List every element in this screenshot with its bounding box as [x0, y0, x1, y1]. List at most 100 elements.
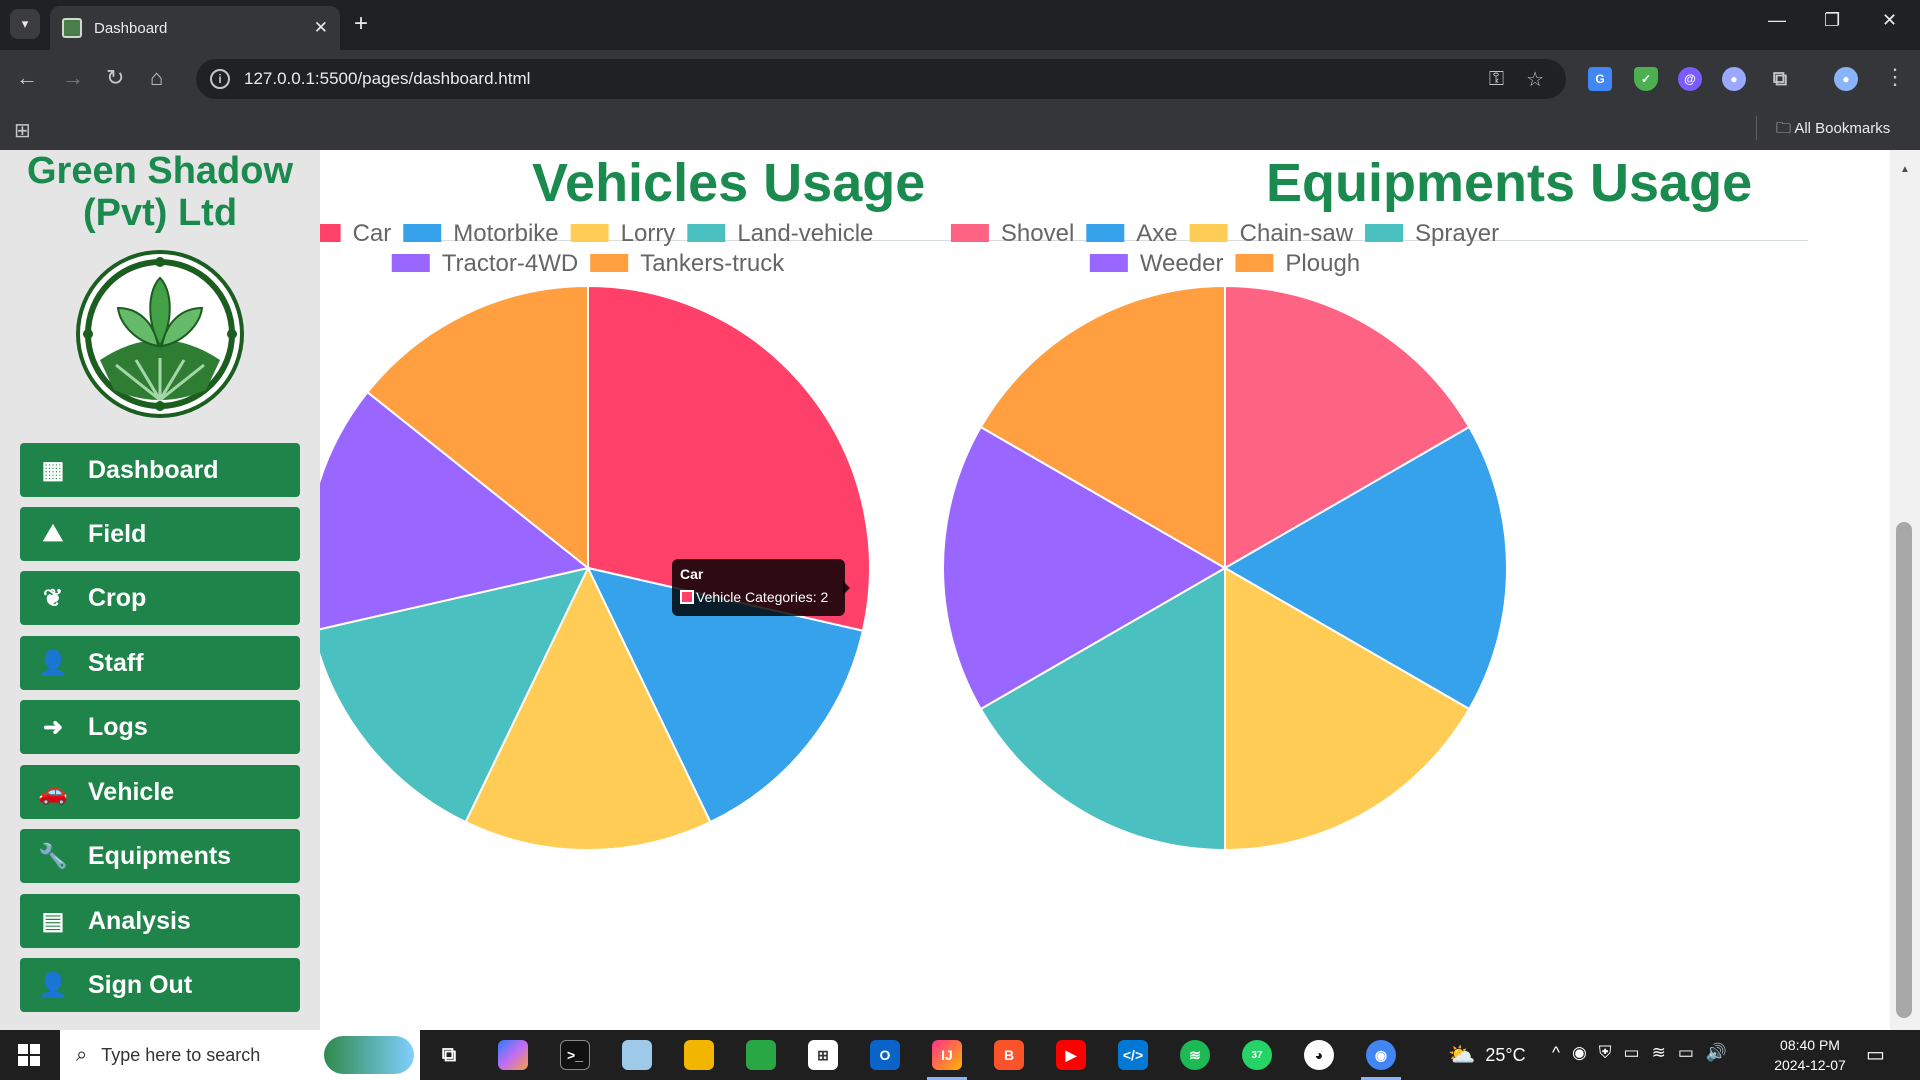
clock-time: 08:40 PM: [1780, 1037, 1840, 1053]
legend-label[interactable]: Car: [353, 220, 392, 247]
sidebar-item-equipments[interactable]: 🔧 Equipments: [20, 829, 300, 883]
tab-search-chevron-icon[interactable]: ▾: [10, 9, 40, 39]
sidebar-item-label: Analysis: [88, 906, 191, 935]
scroll-up-arrow-icon[interactable]: ▲: [1900, 164, 1910, 175]
copilot-icon[interactable]: [498, 1040, 528, 1070]
site-info-icon[interactable]: i: [210, 69, 230, 89]
scrollbar-thumb[interactable]: [1896, 522, 1912, 1018]
clock-date: 2024-12-07: [1774, 1057, 1846, 1073]
legend-swatch: [1086, 224, 1125, 242]
legend-swatch: [1235, 254, 1274, 272]
sidebar-item-staff[interactable]: 👤 Staff: [20, 636, 300, 690]
sidebar-item-field[interactable]: ⛰ Field: [20, 507, 300, 561]
legend-swatch: [687, 224, 726, 242]
system-tray-icons[interactable]: ^◉⛨▭≋▭🔊: [1552, 1043, 1739, 1063]
weather-widget[interactable]: ⛅ 25°C: [1448, 1042, 1526, 1068]
legend-label[interactable]: Sprayer: [1415, 220, 1499, 247]
sidebar-item-dashboard[interactable]: ▦ Dashboard: [20, 443, 300, 497]
legend-label[interactable]: Land-vehicle: [737, 220, 873, 247]
tooltip-label: Vehicle Categories: 2: [696, 589, 829, 605]
sidebar-item-label: Sign Out: [88, 970, 193, 999]
extensions-puzzle-icon[interactable]: ⧉: [1768, 67, 1792, 91]
translate-extension-icon[interactable]: G: [1588, 67, 1612, 91]
password-key-icon[interactable]: ⚿: [1489, 68, 1504, 91]
new-tab-plus-icon[interactable]: +: [354, 10, 368, 38]
leaf-icon: ❦: [42, 584, 64, 612]
task-view-icon[interactable]: ⧉: [434, 1040, 464, 1070]
brand-title: Green Shadow (Pvt) Ltd: [0, 150, 320, 234]
window-minimize-icon[interactable]: —: [1768, 10, 1786, 31]
home-icon[interactable]: ⌂: [150, 65, 163, 91]
sidebar-item-crop[interactable]: ❦ Crop: [20, 571, 300, 625]
mountain-icon: ⛰: [42, 520, 64, 547]
spotify-icon[interactable]: ≋: [1180, 1040, 1210, 1070]
github-icon[interactable]: ◕: [1304, 1040, 1334, 1070]
windows-start-icon[interactable]: [18, 1044, 40, 1066]
all-bookmarks-label: All Bookmarks: [1794, 120, 1891, 137]
forward-arrow-icon[interactable]: →: [62, 65, 84, 91]
bookmark-star-icon[interactable]: ☆: [1526, 67, 1544, 92]
legend-swatch: [590, 254, 629, 272]
file-explorer-icon[interactable]: [684, 1040, 714, 1070]
taskbar-search-box[interactable]: ⌕ Type here to search: [60, 1030, 420, 1080]
whatsapp-icon[interactable]: 37: [1242, 1040, 1272, 1070]
legend-label[interactable]: Lorry: [621, 220, 676, 247]
user-minus-icon: 👤: [38, 971, 68, 999]
sidebar-item-logs[interactable]: ➜ Logs: [20, 700, 300, 754]
legend-swatch: [1365, 224, 1404, 242]
sidebar-item-sign-out[interactable]: 👤 Sign Out: [20, 958, 300, 1012]
brave-icon[interactable]: B: [994, 1040, 1024, 1070]
taskbar-search-placeholder: Type here to search: [101, 1044, 261, 1065]
charts-canvas: Car Motorbike Lorry Land-vehicle Tractor-4WD…: [320, 220, 1509, 852]
chrome-icon[interactable]: ◉: [1366, 1040, 1396, 1070]
url-text[interactable]: 127.0.0.1:5500/pages/dashboard.html: [244, 69, 1489, 89]
chart-tooltip: Car Vehicle Categories: 2: [672, 559, 850, 616]
vscode-icon[interactable]: </>: [1118, 1040, 1148, 1070]
legend-label[interactable]: Tankers-truck: [640, 250, 785, 277]
all-bookmarks-button[interactable]: 🗀 All Bookmarks: [1776, 118, 1890, 143]
bookmarks-bar: ⊞ 🗀 All Bookmarks: [0, 108, 1920, 150]
meet-icon[interactable]: [746, 1040, 776, 1070]
sidebar-item-vehicle[interactable]: 🚗 Vehicle: [20, 765, 300, 819]
sidebar: Green Shadow (Pvt) Ltd ▦ Dashboard ⛰ Fie…: [0, 150, 320, 1030]
legend-label[interactable]: Chain-saw: [1240, 220, 1354, 247]
tab-dashboard[interactable]: Dashboard ✕: [50, 6, 340, 50]
reload-icon[interactable]: ↻: [106, 65, 124, 91]
user-icon: 👤: [38, 649, 68, 677]
sidebar-item-analysis[interactable]: ▤ Analysis: [20, 894, 300, 948]
legend-swatch: [391, 254, 430, 272]
legend-label[interactable]: Plough: [1285, 250, 1360, 277]
search-icon: ⌕: [76, 1043, 88, 1066]
window-close-icon[interactable]: ✕: [1882, 10, 1897, 31]
profile-avatar-icon[interactable]: ●: [1834, 67, 1858, 91]
page-scrollbar[interactable]: ▲: [1890, 150, 1920, 1030]
tab-close-icon[interactable]: ✕: [314, 18, 328, 38]
taskbar-clock[interactable]: 08:40 PM 2024-12-07: [1770, 1035, 1850, 1075]
legend-label[interactable]: Motorbike: [453, 220, 558, 247]
window-restore-icon[interactable]: ❐: [1824, 10, 1840, 31]
terminal-icon[interactable]: >_: [560, 1040, 590, 1070]
purple-extension-icon[interactable]: @: [1678, 67, 1702, 91]
sidebar-item-label: Logs: [88, 712, 148, 741]
shield-extension-icon[interactable]: ✓: [1634, 67, 1658, 91]
main-content: Vehicles Usage Equipments Usage Car Motor…: [320, 150, 1890, 1030]
apps-grid-icon[interactable]: ⊞: [14, 118, 31, 143]
back-arrow-icon[interactable]: ←: [16, 65, 38, 91]
notepad-icon[interactable]: [622, 1040, 652, 1070]
youtube-icon[interactable]: ▶: [1056, 1040, 1086, 1070]
browser-menu-icon[interactable]: ⋮: [1884, 64, 1906, 90]
tab-favicon-icon: [62, 18, 82, 38]
legend-label[interactable]: Weeder: [1140, 250, 1224, 277]
tooltip-arrow: [843, 581, 850, 595]
circle-extension-icon[interactable]: ●: [1722, 67, 1746, 91]
legend-label[interactable]: Axe: [1136, 220, 1177, 247]
legend-label[interactable]: Tractor-4WD: [442, 250, 578, 277]
address-bar[interactable]: i 127.0.0.1:5500/pages/dashboard.html ⚿ …: [196, 59, 1566, 99]
sidebar-item-label: Field: [88, 519, 147, 548]
store-icon[interactable]: ⊞: [808, 1040, 838, 1070]
weather-temp: 25°C: [1485, 1044, 1526, 1065]
intellij-icon[interactable]: IJ: [932, 1040, 962, 1070]
legend-label[interactable]: Shovel: [1001, 220, 1074, 247]
notification-icon[interactable]: ▭: [1866, 1042, 1885, 1067]
outlook-icon[interactable]: O: [870, 1040, 900, 1070]
